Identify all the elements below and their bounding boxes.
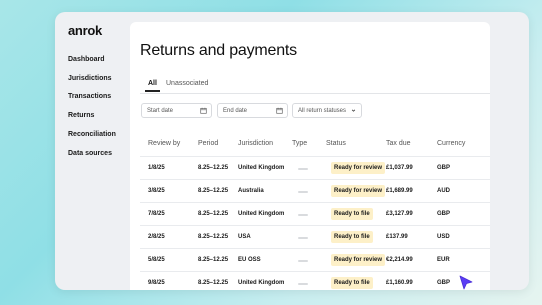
table-row[interactable]: 3/8/25 8.25–12.25 Australia Ready for re… xyxy=(140,179,490,202)
start-date-filter[interactable]: Start date xyxy=(141,103,212,118)
sidebar: anrok Dashboard Jurisdictions Transactio… xyxy=(55,12,127,290)
period-cell: 8.25–12.25 xyxy=(198,257,229,263)
jurisdiction-cell: United Kingdom xyxy=(238,165,285,171)
column-header-type[interactable]: Type xyxy=(292,140,307,147)
sidebar-item-returns[interactable]: Returns xyxy=(68,112,94,119)
tax-due-cell: £1,160.99 xyxy=(386,280,413,286)
type-placeholder xyxy=(298,168,308,170)
tax-due-cell: £1,689.99 xyxy=(386,188,413,194)
review-by-cell: 7/8/25 xyxy=(148,211,165,217)
column-header-jurisdiction[interactable]: Jurisdiction xyxy=(238,140,273,147)
table-row[interactable]: 5/8/25 8.25–12.25 EU OSS Ready for revie… xyxy=(140,248,490,271)
sidebar-item-dashboard[interactable]: Dashboard xyxy=(68,56,105,63)
tab-bar: All Unassociated xyxy=(140,78,490,94)
sidebar-item-data-sources[interactable]: Data sources xyxy=(68,150,112,157)
jurisdiction-cell: USA xyxy=(238,234,251,240)
calendar-icon xyxy=(200,107,207,114)
currency-cell: AUD xyxy=(437,188,450,194)
chevron-down-icon xyxy=(351,109,356,112)
status-filter-label: All return statuses xyxy=(298,108,347,114)
currency-cell: EUR xyxy=(437,257,450,263)
column-header-currency[interactable]: Currency xyxy=(437,140,465,147)
period-cell: 8.25–12.25 xyxy=(198,234,229,240)
review-by-cell: 1/8/25 xyxy=(148,165,165,171)
end-date-label: End date xyxy=(223,108,248,114)
tax-due-cell: £3,127.99 xyxy=(386,211,413,217)
table-row[interactable]: 9/8/25 8.25–12.25 United Kingdom Ready t… xyxy=(140,271,490,290)
review-by-cell: 5/8/25 xyxy=(148,257,165,263)
tax-due-cell: £1,037.99 xyxy=(386,165,413,171)
column-header-tax-due[interactable]: Tax due xyxy=(386,140,411,147)
currency-cell: GBP xyxy=(437,280,451,286)
column-header-period[interactable]: Period xyxy=(198,140,218,147)
status-badge: Ready for review xyxy=(331,185,386,197)
end-date-filter[interactable]: End date xyxy=(217,103,288,118)
column-header-review-by[interactable]: Review by xyxy=(148,140,180,147)
app-window: anrok Dashboard Jurisdictions Transactio… xyxy=(55,12,529,290)
status-badge: Ready for review xyxy=(331,254,386,266)
type-placeholder xyxy=(298,237,308,239)
period-cell: 8.25–12.25 xyxy=(198,211,229,217)
pointer-cursor-icon xyxy=(459,275,473,290)
tab-unassociated[interactable]: Unassociated xyxy=(166,80,208,87)
tax-due-cell: £137.99 xyxy=(386,234,408,240)
table-row[interactable]: 1/8/25 8.25–12.25 United Kingdom Ready f… xyxy=(140,156,490,179)
status-badge: Ready to file xyxy=(331,277,373,289)
status-badge: Ready to file xyxy=(331,231,373,243)
currency-cell: USD xyxy=(437,234,450,240)
calendar-icon xyxy=(276,107,283,114)
jurisdiction-cell: Australia xyxy=(238,188,264,194)
page-title: Returns and payments xyxy=(140,42,297,59)
period-cell: 8.25–12.25 xyxy=(198,280,229,286)
review-by-cell: 9/8/25 xyxy=(148,280,165,286)
review-by-cell: 2/8/25 xyxy=(148,234,165,240)
table-row[interactable]: 7/8/25 8.25–12.25 United Kingdom Ready t… xyxy=(140,202,490,225)
column-header-status[interactable]: Status xyxy=(326,140,346,147)
table-header: Review by Period Jurisdiction Type Statu… xyxy=(140,134,490,154)
anrok-logo: anrok xyxy=(68,23,102,38)
period-cell: 8.25–12.25 xyxy=(198,188,229,194)
currency-cell: GBP xyxy=(437,165,451,171)
sidebar-item-jurisdictions[interactable]: Jurisdictions xyxy=(68,75,112,82)
currency-cell: GBP xyxy=(437,211,451,217)
main-panel: Returns and payments All Unassociated St… xyxy=(130,22,490,290)
jurisdiction-cell: EU OSS xyxy=(238,257,261,263)
review-by-cell: 3/8/25 xyxy=(148,188,165,194)
type-placeholder xyxy=(298,214,308,216)
status-filter-select[interactable]: All return statuses xyxy=(292,103,362,118)
type-placeholder xyxy=(298,283,308,285)
table-row[interactable]: 2/8/25 8.25–12.25 USA Ready to file £137… xyxy=(140,225,490,248)
tax-due-cell: €2,214.99 xyxy=(386,257,413,263)
period-cell: 8.25–12.25 xyxy=(198,165,229,171)
type-placeholder xyxy=(298,260,308,262)
type-placeholder xyxy=(298,191,308,193)
status-badge: Ready to file xyxy=(331,208,373,220)
jurisdiction-cell: United Kingdom xyxy=(238,211,285,217)
tab-all[interactable]: All xyxy=(145,80,160,92)
sidebar-item-transactions[interactable]: Transactions xyxy=(68,93,111,100)
status-badge: Ready for review xyxy=(331,162,386,174)
start-date-label: Start date xyxy=(147,108,174,114)
jurisdiction-cell: United Kingdom xyxy=(238,280,285,286)
sidebar-item-reconciliation[interactable]: Reconciliation xyxy=(68,131,116,138)
